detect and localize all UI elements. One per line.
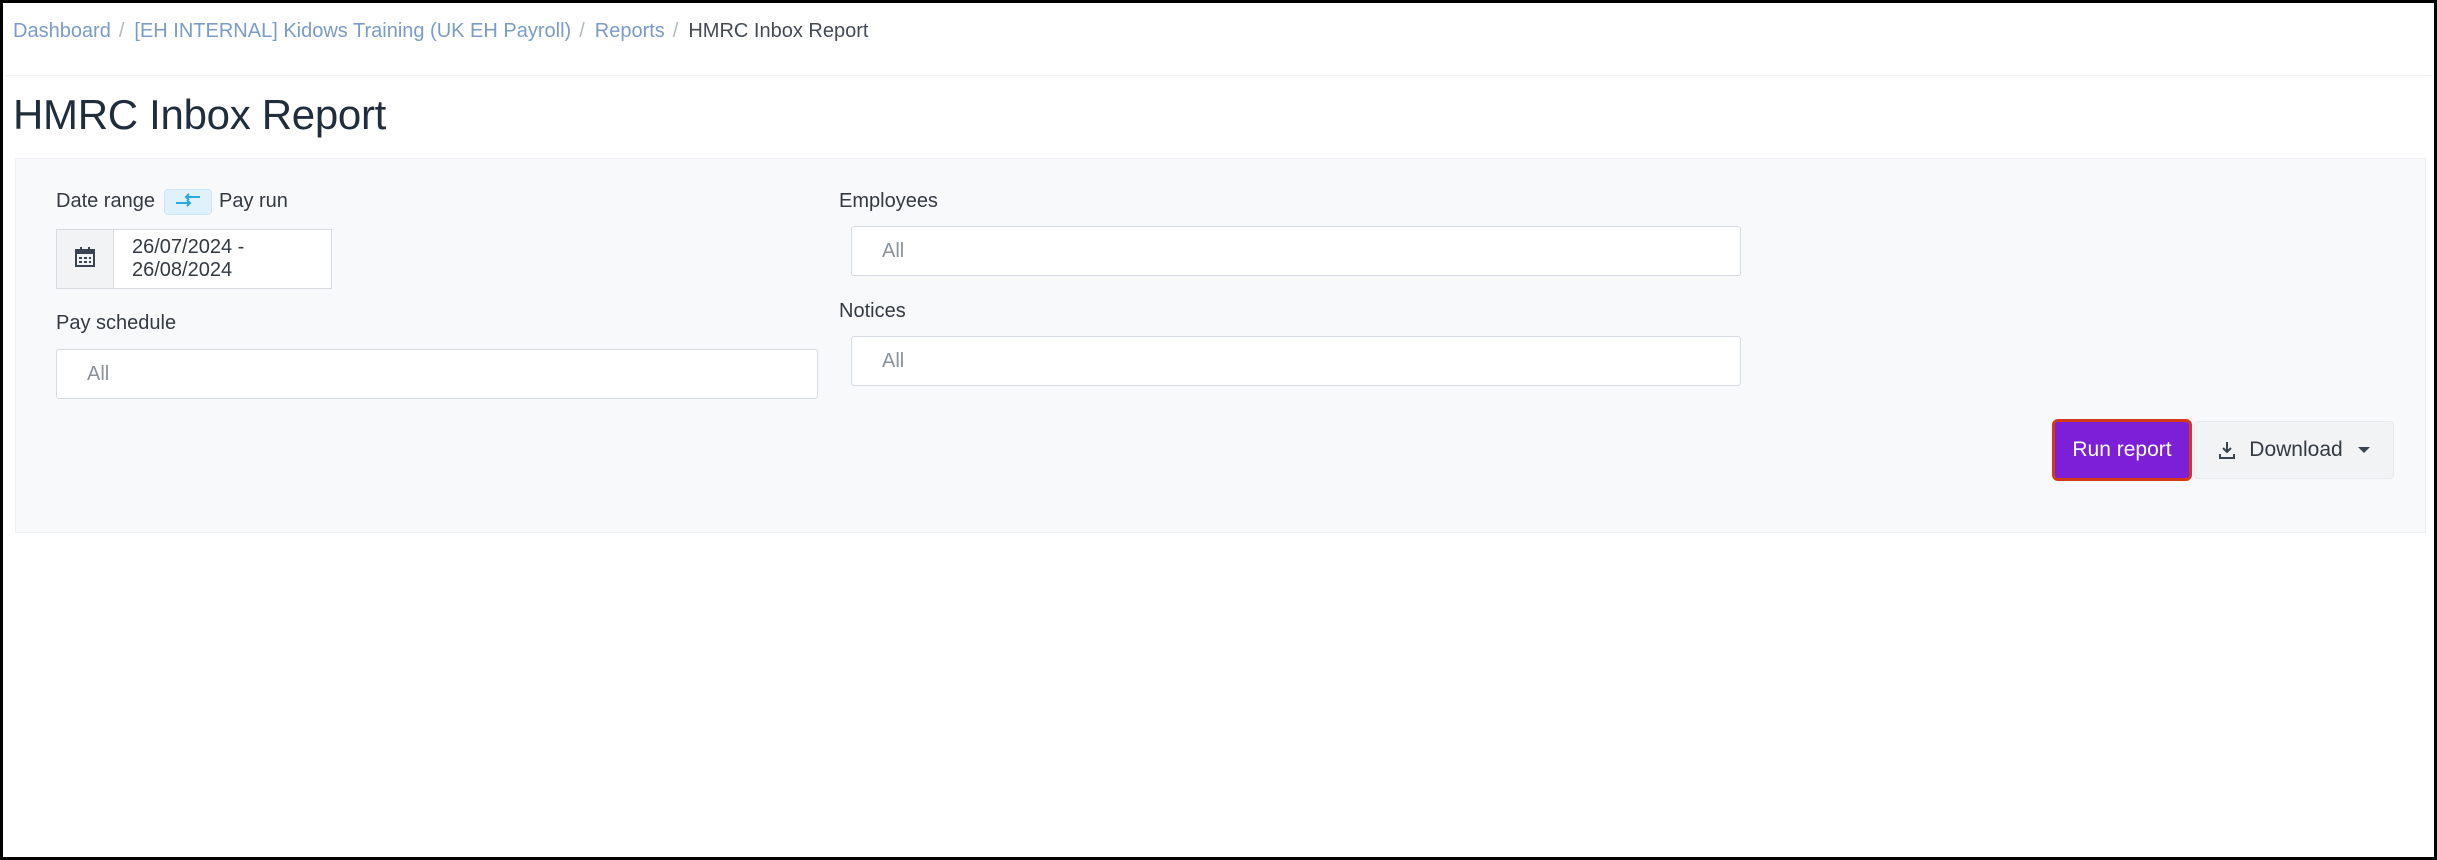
breadcrumb-separator: /	[118, 20, 125, 42]
breadcrumb-dashboard[interactable]: Dashboard	[13, 17, 111, 45]
download-button[interactable]: Download	[2194, 421, 2394, 479]
page-title: HMRC Inbox Report	[13, 91, 387, 138]
breadcrumb: Dashboard / [EH INTERNAL] Kidows Trainin…	[13, 17, 868, 45]
date-range-value[interactable]: 26/07/2024 - 26/08/2024	[114, 230, 331, 288]
notices-select[interactable]: All	[851, 336, 1741, 386]
pay-schedule-label: Pay schedule	[56, 312, 177, 334]
swap-arrows-icon	[172, 191, 204, 214]
pay-schedule-select[interactable]: All	[56, 349, 818, 399]
run-report-button[interactable]: Run report	[2052, 419, 2192, 481]
pay-run-label: Pay run	[219, 190, 288, 212]
notices-label: Notices	[839, 300, 906, 322]
employees-label: Employees	[839, 190, 938, 212]
date-range-label: Date range	[56, 190, 155, 212]
calendar-button[interactable]	[57, 230, 114, 288]
download-icon	[2217, 440, 2237, 460]
header-divider	[6, 75, 2431, 76]
download-label: Download	[2249, 438, 2343, 461]
date-range-picker[interactable]: 26/07/2024 - 26/08/2024	[56, 229, 332, 289]
breadcrumb-separator: /	[672, 20, 679, 42]
report-filter-panel: Date range Pay run 26/07/2024 - 26/08/20…	[15, 158, 2426, 533]
calendar-icon	[74, 246, 96, 273]
caret-down-icon	[2357, 445, 2371, 455]
employees-select[interactable]: All	[851, 226, 1741, 276]
breadcrumb-reports[interactable]: Reports	[595, 17, 665, 45]
app-window: Dashboard / [EH INTERNAL] Kidows Trainin…	[0, 0, 2437, 860]
breadcrumb-organisation[interactable]: [EH INTERNAL] Kidows Training (UK EH Pay…	[134, 17, 571, 45]
date-mode-toggle[interactable]	[164, 189, 212, 215]
breadcrumb-current: HMRC Inbox Report	[688, 20, 869, 42]
breadcrumb-separator: /	[579, 20, 585, 42]
